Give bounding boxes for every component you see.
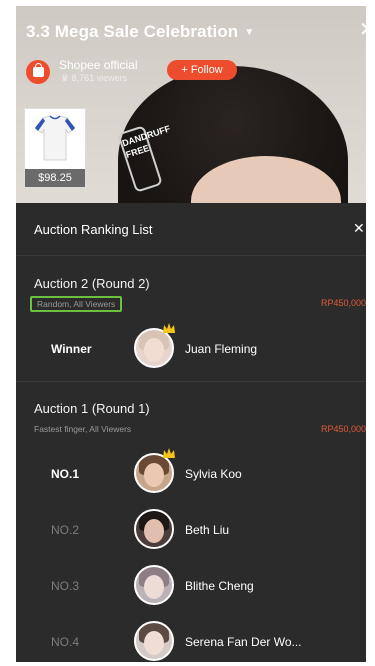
- ranking-label: NO.4: [51, 635, 80, 649]
- host-avatar[interactable]: [26, 60, 50, 84]
- auction-section-subtitle: Fastest finger, All Viewers: [34, 424, 132, 434]
- avatar[interactable]: [134, 621, 174, 661]
- stream-title[interactable]: 3.3 Mega Sale Celebration ▼: [26, 22, 254, 42]
- follow-button[interactable]: + Follow: [167, 60, 237, 80]
- close-icon[interactable]: ✕: [353, 220, 365, 237]
- auction-amount: RP450,000: [320, 424, 366, 434]
- participant-name: Beth Liu: [185, 523, 230, 537]
- product-card[interactable]: $98.25: [24, 108, 86, 188]
- auction-section-title: Auction 1 (Round 1): [34, 401, 150, 416]
- auction-amount: RP450,000: [320, 298, 366, 308]
- close-icon[interactable]: ✕: [359, 20, 366, 40]
- participant-name: Sylvia Koo: [185, 467, 242, 481]
- avatar[interactable]: [134, 328, 174, 368]
- shirt-icon: [35, 115, 75, 161]
- host-name[interactable]: Shopee official: [59, 58, 138, 72]
- auction-section-subtitle: Random, All Viewers: [30, 296, 123, 312]
- winner-name: Juan Fleming: [185, 342, 258, 356]
- stream-title-text: 3.3 Mega Sale Celebration: [26, 22, 239, 41]
- ranking-label: NO.2: [51, 523, 80, 537]
- ranking-label: NO.3: [51, 579, 80, 593]
- viewer-count: ♛ 8,761 viewers: [61, 73, 128, 83]
- product-price: $98.25: [25, 169, 85, 187]
- ranking-label: Winner: [51, 342, 92, 356]
- avatar[interactable]: [134, 509, 174, 549]
- crown-icon: [163, 323, 175, 333]
- shopee-bag-icon: [32, 63, 44, 77]
- avatar[interactable]: [134, 453, 174, 493]
- auction-ranking-panel: Auction Ranking List ✕ Auction 2 (Round …: [16, 203, 366, 662]
- crown-icon: [163, 448, 175, 458]
- divider: [16, 381, 366, 382]
- live-stream-screen: DANDRUFF FREE 3.3 Mega Sale Celebration ▼…: [16, 6, 366, 662]
- chevron-down-icon: ▼: [244, 27, 255, 39]
- panel-title: Auction Ranking List: [34, 222, 153, 237]
- panel-header: Auction Ranking List ✕: [16, 203, 366, 256]
- avatar[interactable]: [134, 565, 174, 605]
- participant-name: Serena Fan Der Wo...: [185, 635, 302, 649]
- ranking-label: NO.1: [51, 467, 80, 481]
- participant-name: Blithe Cheng: [185, 579, 254, 593]
- auction-section-title: Auction 2 (Round 2): [34, 276, 150, 291]
